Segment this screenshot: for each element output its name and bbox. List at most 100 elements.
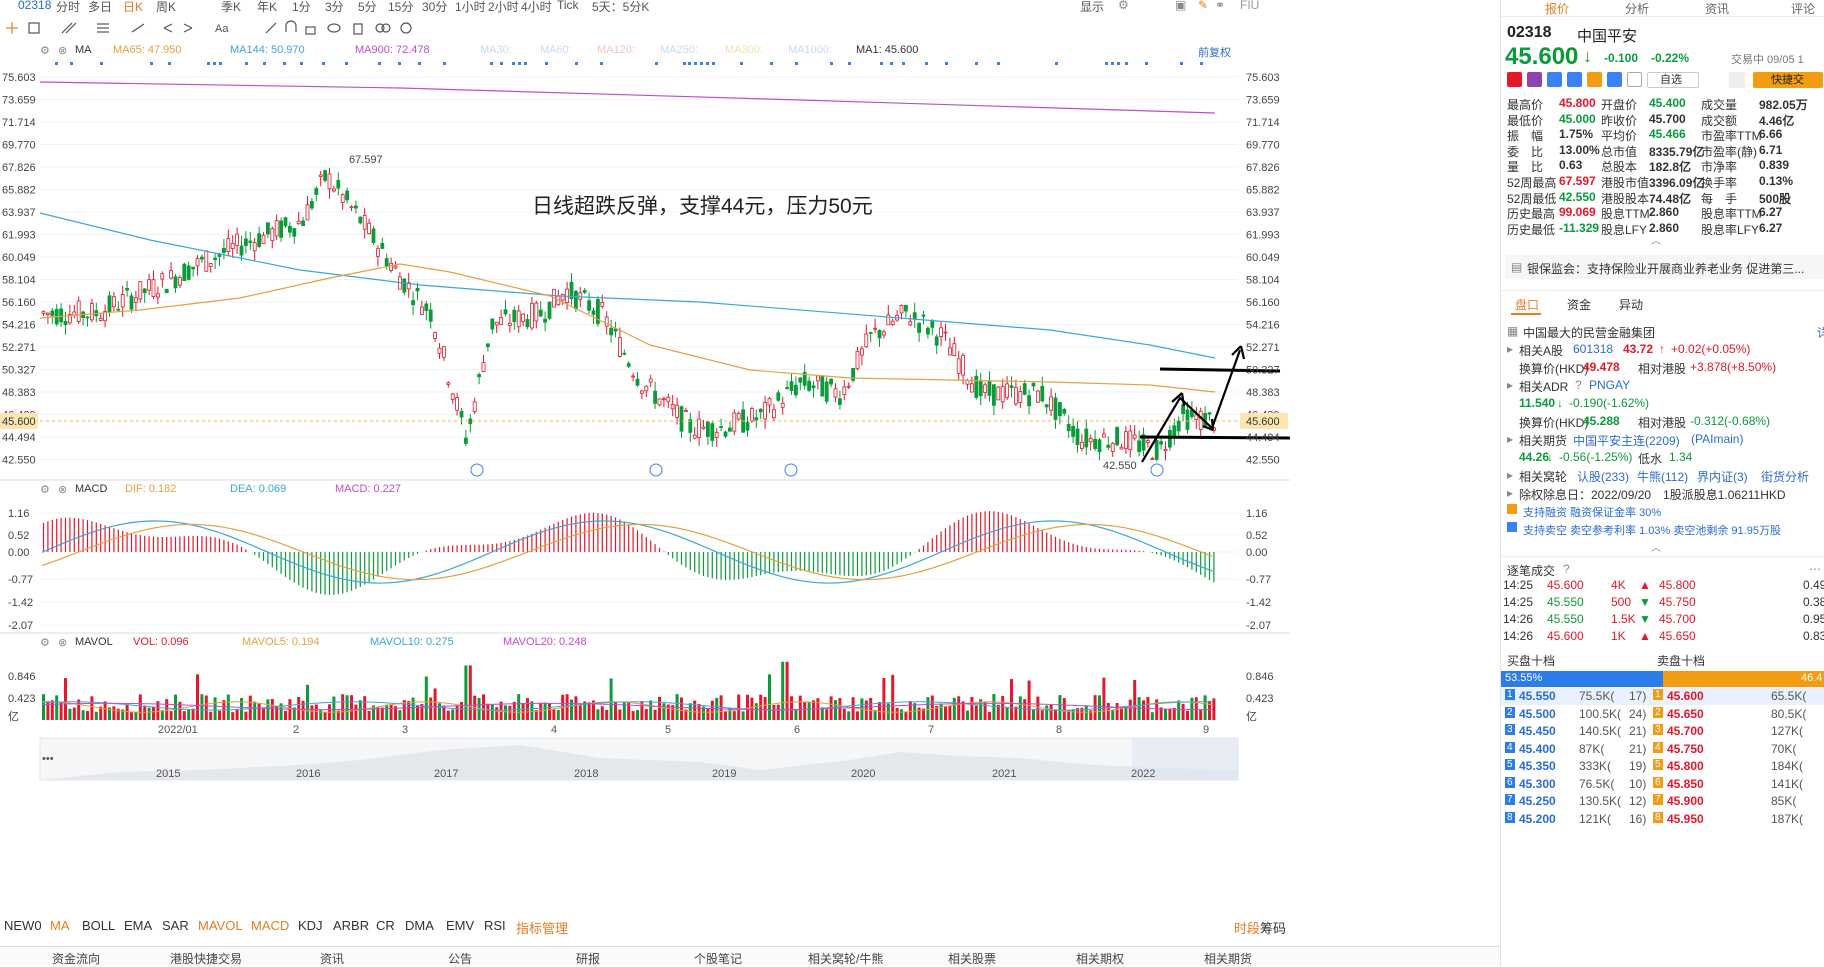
more-icon[interactable]: ⋯ xyxy=(1809,562,1821,576)
quote-label: 历史最低 xyxy=(1507,222,1556,237)
dea-value[interactable]: DEA: 0.069 xyxy=(230,483,286,495)
expand-icon[interactable]: ▸ xyxy=(1507,378,1513,392)
subtab-funds[interactable]: 资金 xyxy=(1567,296,1591,313)
warrants-analysis[interactable]: 街货分析 xyxy=(1761,468,1809,485)
close-icon[interactable]: ⊗ xyxy=(58,636,67,649)
watchlist-button[interactable]: 自选 xyxy=(1647,72,1699,88)
footer-announce[interactable]: 公告 xyxy=(448,950,472,967)
ind-ma[interactable]: MA xyxy=(50,918,70,933)
margin-info[interactable]: 支持融资 融资保证金率 30% xyxy=(1523,504,1661,520)
month-axis: 2022/01 2 3 4 5 6 7 8 9 xyxy=(158,724,1209,736)
session-button[interactable]: 时段 xyxy=(1234,918,1260,937)
kline-chart[interactable]: 67.597 42.550 日线超跌反弹，支撑44元，压力50元 75.603 7… xyxy=(0,0,1290,918)
tab-news[interactable]: 资讯 xyxy=(1705,0,1729,17)
subtab-book[interactable]: 盘口 xyxy=(1515,296,1539,313)
earnings-flag-icon[interactable] xyxy=(470,463,484,477)
mavol20-value[interactable]: MAVOL20: 0.248 xyxy=(503,636,587,648)
mavol-label[interactable]: MAVOL xyxy=(75,636,113,648)
candle-body xyxy=(327,173,332,190)
ind-kdj[interactable]: KDJ xyxy=(298,918,323,933)
collapse-icon[interactable]: ︿ xyxy=(1651,539,1661,554)
ind-cr[interactable]: CR xyxy=(376,918,395,933)
detail-link[interactable]: 详 xyxy=(1817,324,1824,341)
footer-stocks[interactable]: 相关股票 xyxy=(948,950,996,967)
footer-research[interactable]: 研报 xyxy=(576,950,600,967)
earnings-flag-icon[interactable] xyxy=(784,463,798,477)
indicator-manage[interactable]: 指标管理 xyxy=(516,918,568,937)
subtab-alerts[interactable]: 异动 xyxy=(1619,296,1643,313)
tab-quote[interactable]: 报价 xyxy=(1545,0,1569,17)
ind-arbr[interactable]: ARBR xyxy=(333,918,369,933)
candle-body xyxy=(503,309,508,315)
expand-icon[interactable]: ▸ xyxy=(1507,468,1513,482)
quote-value: 45.000 xyxy=(1559,111,1596,126)
news-ticker[interactable]: ▤ 银保监会：支持保险业开展商业养老业务 促进第三... xyxy=(1505,255,1824,279)
macd-value[interactable]: MACD: 0.227 xyxy=(335,483,401,495)
footer-fund-flow[interactable]: 资金流向 xyxy=(52,950,100,967)
app-icon-6[interactable] xyxy=(1607,72,1622,87)
short-info[interactable]: 支持卖空 卖空参考利率 1.03% 卖空池剩余 91.95万股 xyxy=(1523,522,1781,538)
warrants-call[interactable]: 认股(233) xyxy=(1577,468,1629,485)
candle-body xyxy=(1207,412,1212,415)
quick-trade-button[interactable]: 快捷交 xyxy=(1753,72,1823,88)
overview-more-icon[interactable]: ••• xyxy=(42,753,54,765)
collapse-icon[interactable]: ︿ xyxy=(1651,232,1661,247)
futures-name[interactable]: 中国平安主连(2209) xyxy=(1573,432,1680,449)
ind-dma[interactable]: DMA xyxy=(405,918,434,933)
candle-body xyxy=(46,312,50,316)
candle-body xyxy=(239,245,244,256)
macd-label[interactable]: MACD xyxy=(75,483,107,495)
warrants-inline[interactable]: 界内证(3) xyxy=(1697,468,1748,485)
app-icon-7[interactable] xyxy=(1627,72,1642,87)
earnings-flag-icon[interactable] xyxy=(649,463,663,477)
ind-rsi[interactable]: RSI xyxy=(484,918,506,933)
volume-bar xyxy=(750,697,754,720)
event-dot xyxy=(655,62,658,65)
bell-icon[interactable] xyxy=(1729,72,1745,88)
star-icon[interactable] xyxy=(1507,72,1522,87)
ind-emv[interactable]: EMV xyxy=(446,918,474,933)
gear-icon[interactable]: ⚙ xyxy=(40,483,50,496)
help-icon[interactable]: ? xyxy=(1563,562,1570,576)
footer-news[interactable]: 资讯 xyxy=(320,950,344,967)
candle-body xyxy=(952,343,957,356)
app-icon-5[interactable] xyxy=(1587,72,1602,87)
event-dot xyxy=(1125,62,1128,65)
tab-comments[interactable]: 评论 xyxy=(1791,0,1815,17)
vol-value[interactable]: VOL: 0.096 xyxy=(133,636,189,648)
ind-new0[interactable]: NEW0 xyxy=(4,918,42,933)
close-icon[interactable]: ⊗ xyxy=(58,483,67,496)
app-icon-4[interactable] xyxy=(1567,72,1582,87)
footer-options[interactable]: 相关期权 xyxy=(1076,950,1124,967)
expand-icon[interactable]: ▸ xyxy=(1507,342,1513,356)
ind-sar[interactable]: SAR xyxy=(162,918,189,933)
footer-futures[interactable]: 相关期货 xyxy=(1204,950,1252,967)
help-icon[interactable]: ? xyxy=(1575,378,1582,392)
gear-icon[interactable]: ⚙ xyxy=(40,636,50,649)
ind-mavol[interactable]: MAVOL xyxy=(198,918,243,933)
app-icon-3[interactable] xyxy=(1547,72,1562,87)
ind-ema[interactable]: EMA xyxy=(124,918,152,933)
a-share-code[interactable]: 601318 xyxy=(1573,342,1613,356)
candle-body xyxy=(662,398,666,401)
volume-bar xyxy=(182,711,186,720)
expand-icon[interactable]: ▸ xyxy=(1507,432,1513,446)
adr-code[interactable]: PNGAY xyxy=(1589,378,1630,392)
footer-notes[interactable]: 个股笔记 xyxy=(694,950,742,967)
mavol5-value[interactable]: MAVOL5: 0.194 xyxy=(242,636,319,648)
ind-boll[interactable]: BOLL xyxy=(82,918,115,933)
ind-macd[interactable]: MACD xyxy=(251,918,289,933)
tab-analysis[interactable]: 分析 xyxy=(1625,0,1649,17)
footer-hk-trade[interactable]: 港股快捷交易 xyxy=(170,950,242,967)
app-icon-2[interactable] xyxy=(1527,72,1542,87)
earnings-flag-icon[interactable] xyxy=(1150,463,1164,477)
chips-button[interactable]: 筹码 xyxy=(1260,918,1286,937)
mavol10-value[interactable]: MAVOL10: 0.275 xyxy=(370,636,454,648)
footer-warrants[interactable]: 相关窝轮/牛熊 xyxy=(808,950,883,967)
volume-bar xyxy=(662,703,666,720)
dif-value[interactable]: DIF: 0.182 xyxy=(125,483,176,495)
candle-body xyxy=(758,408,763,413)
futures-code[interactable]: (PAImain) xyxy=(1691,432,1743,446)
warrants-cbbc[interactable]: 牛熊(112) xyxy=(1637,468,1688,485)
volume-bar xyxy=(838,698,842,720)
